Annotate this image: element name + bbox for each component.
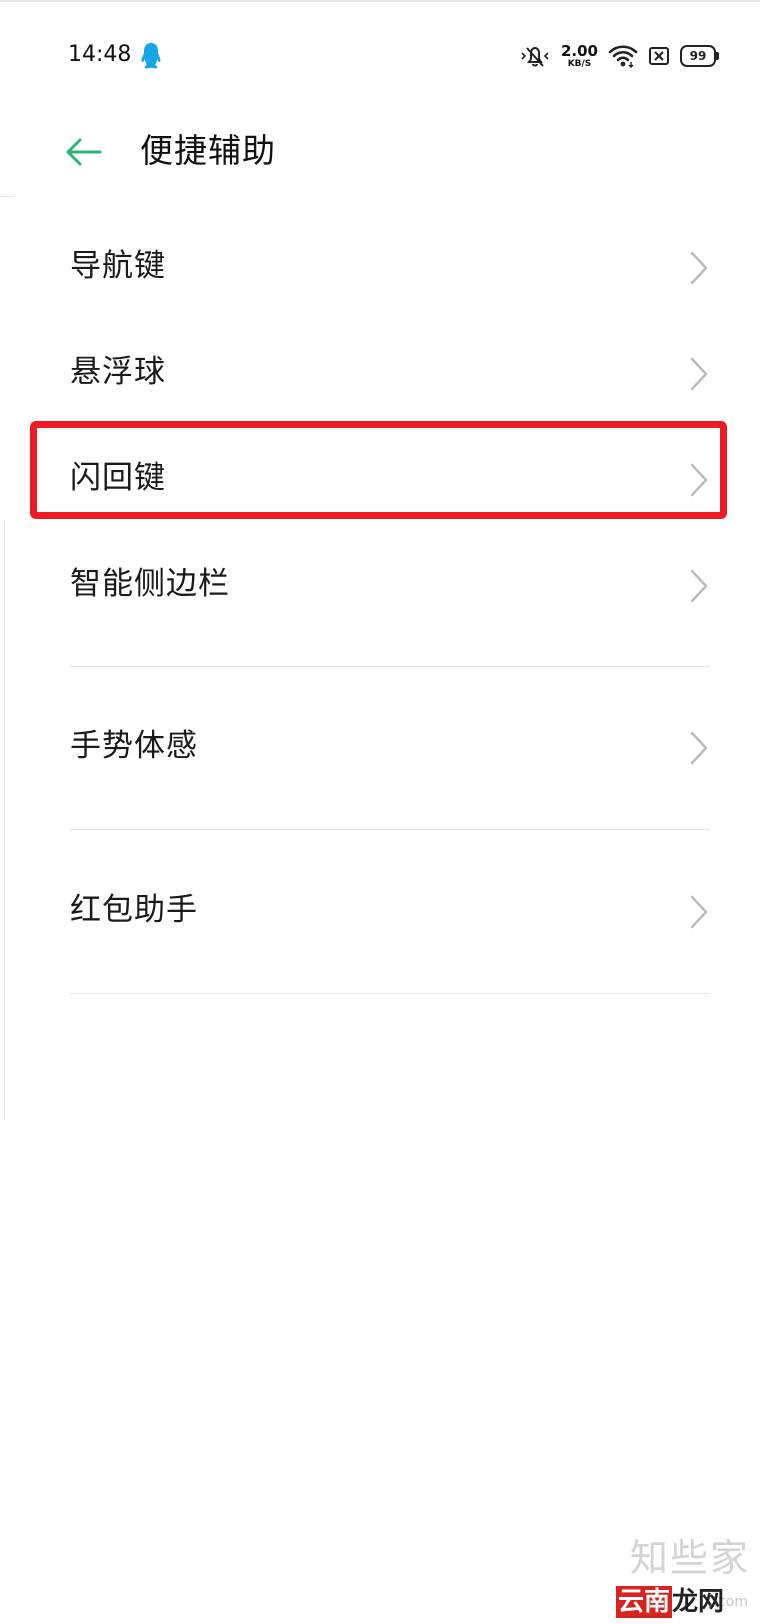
list-item-label: 悬浮球 — [70, 354, 166, 390]
highlight-box — [30, 421, 727, 519]
watermark-text: 知些家 — [629, 1536, 750, 1580]
chevron-right-icon — [690, 251, 708, 285]
sim-blocked-icon — [649, 47, 669, 65]
section-divider — [70, 829, 710, 830]
section-divider — [70, 666, 710, 667]
status-icons: 2.00 KB/S 99 — [519, 40, 719, 72]
watermark-brand-red: 云南 — [615, 1586, 672, 1618]
status-bar: 14:48 2.00 KB/S 99 — [0, 0, 760, 112]
list-item-label: 手势体感 — [70, 728, 198, 764]
back-button[interactable] — [62, 132, 106, 172]
chevron-right-icon — [690, 357, 708, 391]
watermark-logo: 云南龙网 — [615, 1581, 724, 1618]
list-item-smart-sidebar[interactable]: 智能侧边栏 — [0, 536, 760, 636]
list-item-label: 红包助手 — [70, 892, 198, 928]
battery-icon: 99 — [680, 45, 719, 67]
mute-icon — [521, 46, 549, 67]
network-speed-unit: KB/S — [567, 58, 592, 69]
status-time: 14:48 — [68, 42, 132, 67]
list-item-red-packet-assistant[interactable]: 红包助手 — [0, 862, 760, 962]
network-speed-value: 2.00 — [560, 41, 598, 60]
list-item-floating-ball[interactable]: 悬浮球 — [0, 324, 760, 424]
chevron-right-icon — [690, 731, 708, 765]
qq-icon — [141, 43, 161, 69]
battery-level: 99 — [689, 49, 707, 63]
list-item-label: 智能侧边栏 — [70, 566, 230, 602]
page-title: 便捷辅助 — [140, 131, 276, 170]
list-item-label: 导航键 — [70, 248, 166, 284]
app-header: 便捷辅助 — [0, 112, 760, 192]
arrow-left-icon — [66, 138, 102, 166]
wifi-icon — [608, 45, 638, 68]
header-rule — [0, 196, 14, 197]
network-speed: 2.00 KB/S — [560, 41, 598, 69]
chevron-right-icon — [690, 569, 708, 603]
section-divider — [70, 993, 710, 994]
list-item-navigation-keys[interactable]: 导航键 — [0, 218, 760, 318]
chevron-right-icon — [690, 895, 708, 929]
watermark-brand-dark: 龙网 — [671, 1587, 724, 1617]
list-item-gestures[interactable]: 手势体感 — [0, 698, 760, 798]
